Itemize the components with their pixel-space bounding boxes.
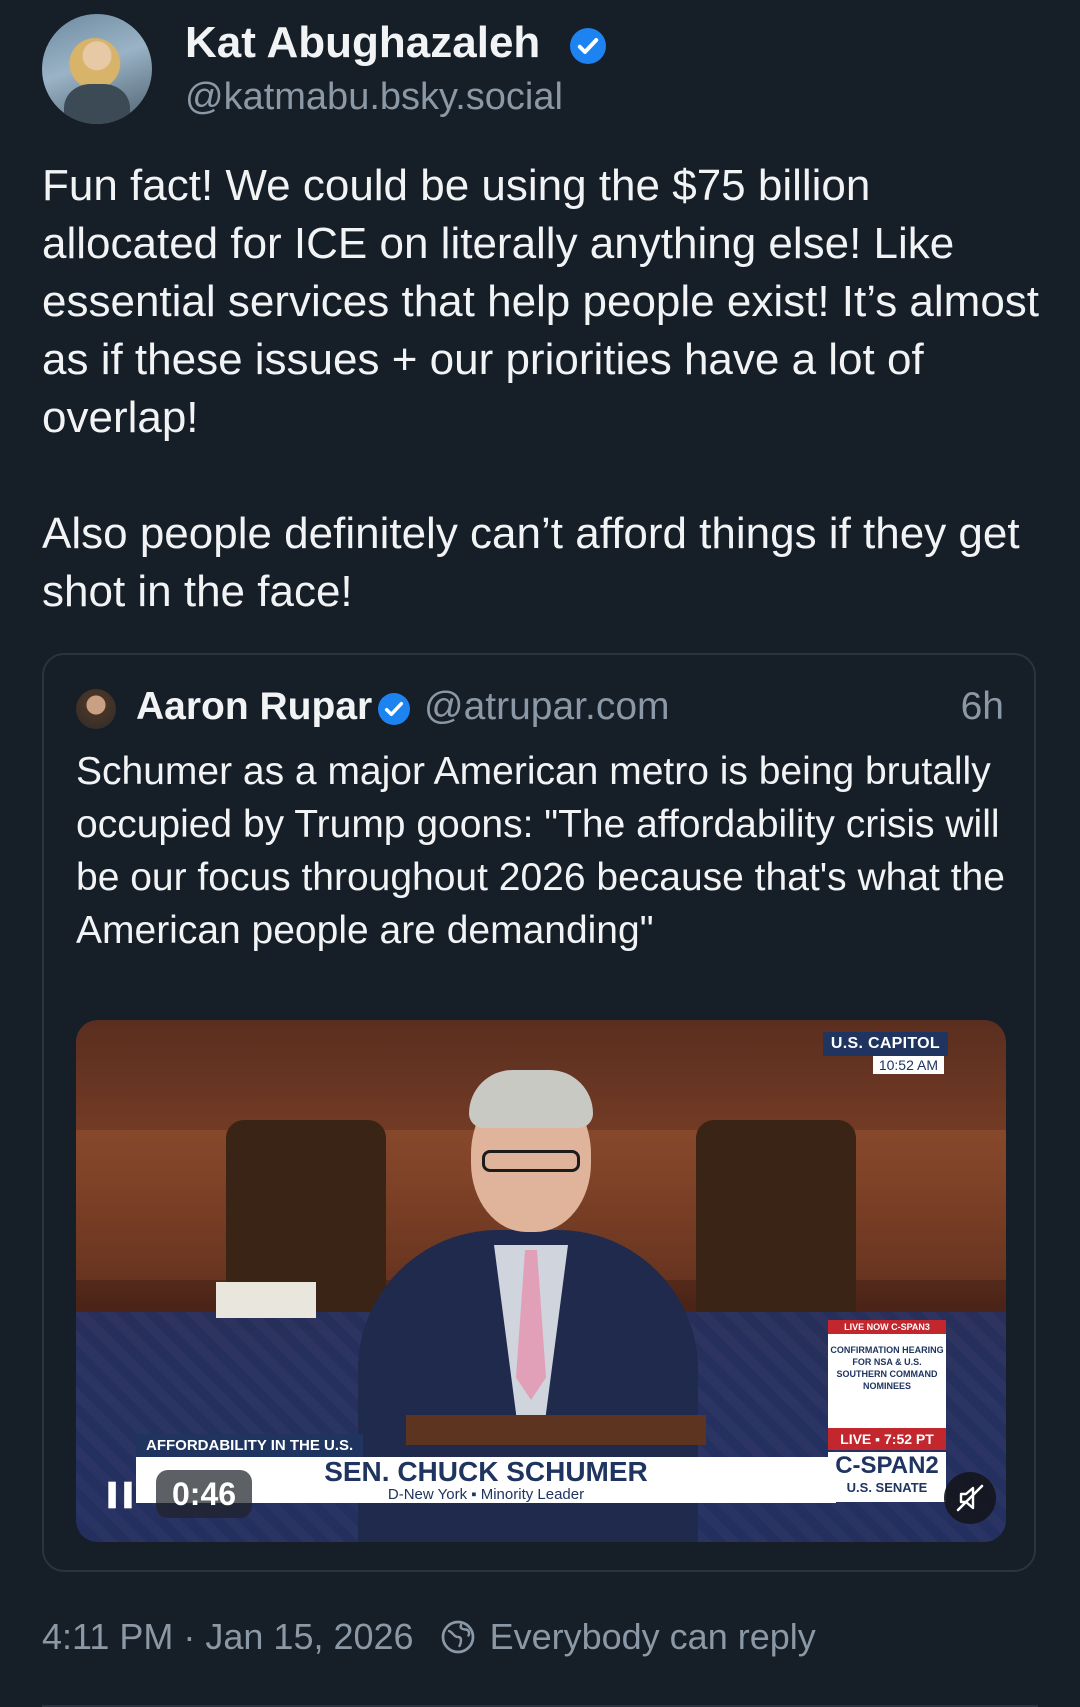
lower-third-topic: AFFORDABILITY IN THE U.S. <box>136 1434 364 1457</box>
verified-badge-icon <box>570 28 606 64</box>
video-scene-chair <box>696 1120 856 1330</box>
quote-post-card[interactable]: Aaron Rupar @atrupar.com 6h Schumer as a… <box>42 653 1036 1572</box>
broadcast-live-chip: LIVE ▪ 7:52 PT <box>828 1428 946 1450</box>
broadcast-live-panel: LIVE NOW C-SPAN3 CONFIRMATION HEARING FO… <box>828 1320 946 1434</box>
broadcast-clock: 10:52 AM <box>872 1056 944 1074</box>
live-panel-body: CONFIRMATION HEARING FOR NSA & U.S. SOUT… <box>830 1345 944 1391</box>
post-timestamp: 4:11 PM · Jan 15, 2026 <box>42 1616 414 1657</box>
video-scene-podium <box>406 1415 706 1445</box>
video-elapsed-time: 0:46 <box>156 1470 253 1518</box>
post-body: Fun fact! We could be using the $75 bill… <box>42 157 1042 621</box>
quote-timestamp: 6h <box>960 685 1004 728</box>
reply-setting[interactable]: Everybody can reply <box>490 1616 816 1658</box>
post-meta: 4:11 PM · Jan 15, 2026 Everybody can rep… <box>42 1616 816 1658</box>
quote-text: Schumer as a major American metro is bei… <box>76 750 1005 952</box>
post-paragraph: Also people definitely can’t afford thin… <box>42 509 1020 616</box>
author-avatar[interactable] <box>42 14 152 124</box>
live-panel-heading: LIVE NOW C-SPAN3 <box>844 1322 930 1332</box>
author-display-name[interactable]: Kat Abughazaleh <box>185 18 540 68</box>
video-speaker-glasses <box>482 1150 580 1172</box>
globe-icon <box>441 1620 474 1654</box>
broadcast-location-tag: U.S. CAPITOL <box>822 1032 948 1056</box>
post-paragraph: Fun fact! We could be using the $75 bill… <box>42 161 1040 442</box>
quote-author-avatar[interactable] <box>76 689 116 729</box>
network-name: C-SPAN2 <box>835 1452 939 1479</box>
pause-icon[interactable] <box>100 1475 140 1515</box>
mute-icon[interactable] <box>944 1472 996 1524</box>
verified-badge-icon <box>378 693 410 725</box>
author-handle[interactable]: @katmabu.bsky.social <box>185 76 563 119</box>
network-logo: C-SPAN2 U.S. SENATE <box>828 1452 946 1502</box>
quote-author-handle[interactable]: @atrupar.com <box>424 685 670 729</box>
video-player[interactable]: U.S. CAPITOL 10:52 AM LIVE NOW C-SPAN3 C… <box>76 1020 1006 1542</box>
post-header: Kat Abughazaleh @katmabu.bsky.social <box>42 14 1042 124</box>
quote-author-name[interactable]: Aaron Rupar <box>136 685 372 729</box>
video-scene-papers <box>216 1282 316 1318</box>
network-subtitle: U.S. SENATE <box>846 1480 928 1495</box>
video-speaker-hair <box>469 1070 593 1128</box>
